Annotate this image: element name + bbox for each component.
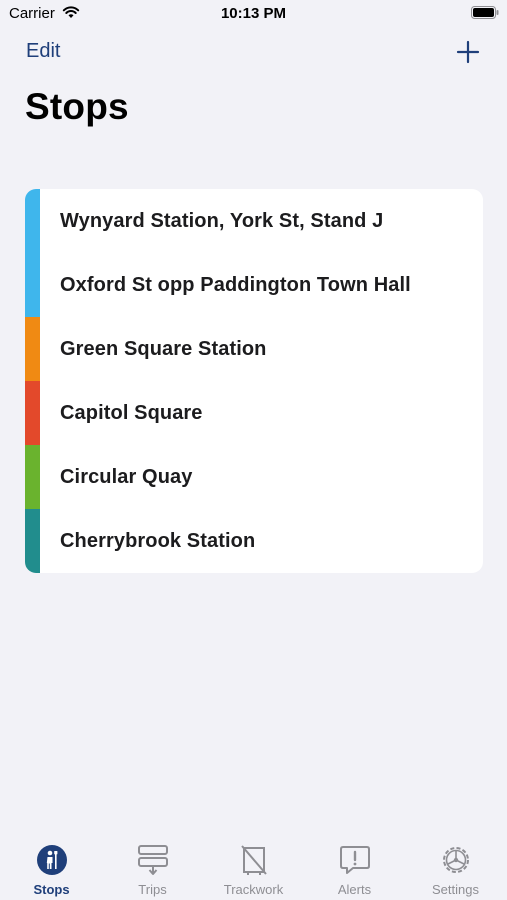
stop-label: Wynyard Station, York St, Stand J — [60, 209, 384, 232]
tab-stops[interactable]: Stops — [1, 838, 102, 900]
stop-row-circular-quay[interactable]: Circular Quay — [25, 445, 483, 509]
tab-bar: Stops Trips Trackwork Alerts Settings — [0, 838, 507, 900]
tab-settings[interactable]: Settings — [405, 838, 506, 900]
stop-row-green-square[interactable]: Green Square Station — [25, 317, 483, 381]
stop-label: Cherrybrook Station — [60, 529, 256, 552]
stop-color-indicator — [25, 509, 40, 573]
stop-row-cherrybrook[interactable]: Cherrybrook Station — [25, 509, 483, 573]
tab-alerts[interactable]: Alerts — [304, 838, 405, 900]
tab-label: Trips — [138, 882, 167, 897]
status-bar: Carrier 10:13 PM — [0, 0, 507, 30]
battery-icon — [471, 6, 499, 19]
tab-trips[interactable]: Trips — [102, 838, 203, 900]
stop-label: Green Square Station — [60, 337, 267, 360]
tab-label: Settings — [432, 882, 479, 897]
stop-label: Circular Quay — [60, 465, 193, 488]
tab-label: Alerts — [337, 882, 372, 897]
alert-bubble-icon — [339, 846, 370, 874]
stop-color-indicator — [25, 445, 40, 509]
stop-color-indicator — [25, 253, 40, 317]
person-stop-icon — [36, 845, 67, 875]
trips-icon — [137, 845, 168, 875]
page-title: Stops — [25, 86, 129, 127]
stop-label: Capitol Square — [60, 401, 203, 424]
add-icon[interactable] — [456, 40, 480, 64]
stop-color-indicator — [25, 381, 40, 445]
stop-label: Oxford St opp Paddington Town Hall — [60, 273, 411, 296]
stops-list: Wynyard Station, York St, Stand J Oxford… — [25, 189, 483, 573]
stop-color-indicator — [25, 189, 40, 253]
clock: 10:13 PM — [220, 5, 287, 22]
tab-trackwork[interactable]: Trackwork — [203, 838, 304, 900]
stop-row-wynyard[interactable]: Wynyard Station, York St, Stand J — [25, 189, 483, 253]
edit-button[interactable]: Edit — [26, 40, 60, 63]
gear-icon — [442, 847, 469, 873]
stop-color-indicator — [25, 317, 40, 381]
stop-row-oxford-st[interactable]: Oxford St opp Paddington Town Hall — [25, 253, 483, 317]
stop-row-capitol-square[interactable]: Capitol Square — [25, 381, 483, 445]
tab-label: Trackwork — [223, 882, 284, 897]
trackwork-icon — [240, 845, 267, 875]
tab-label: Stops — [33, 882, 70, 897]
